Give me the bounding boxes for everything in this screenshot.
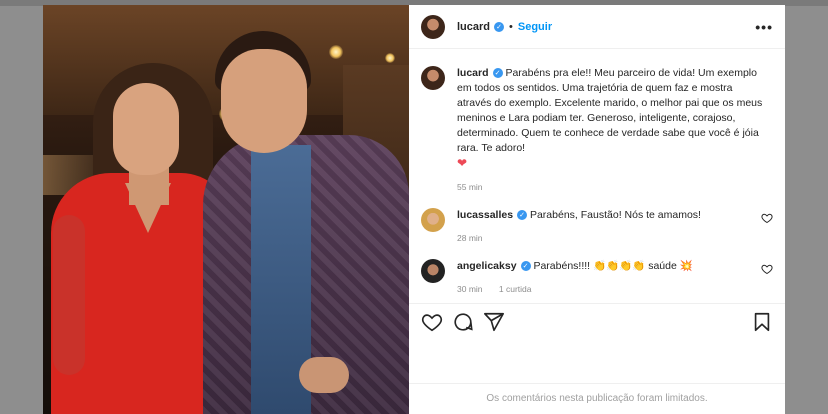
verified-badge-icon: ✓: [494, 21, 505, 32]
comment-avatar[interactable]: [421, 208, 445, 232]
like-icon[interactable]: [761, 263, 773, 275]
author-avatar[interactable]: [421, 14, 445, 39]
comment-username[interactable]: lucassalles: [457, 209, 513, 221]
comment-body: lucard ✓ Parabéns pra ele!! Meu parceiro …: [457, 66, 767, 202]
post-info-panel: lucard ✓ • Seguir ••• lucard ✓ Parabéns p…: [409, 5, 785, 414]
verified-badge-icon: ✓: [520, 261, 531, 272]
man-face: [221, 49, 307, 153]
verified-badge-icon: ✓: [492, 68, 503, 79]
verified-badge-icon: ✓: [517, 210, 528, 221]
comment-emoji: 💥: [679, 260, 693, 272]
comment-likes[interactable]: 1 curtida: [499, 284, 532, 294]
photo-lamp: [385, 53, 395, 63]
comments-limited-notice: Os comentários nesta publicação foram li…: [409, 383, 785, 414]
comment-item: lucassalles ✓ Parabéns, Faustão! Nós te a…: [421, 208, 773, 253]
comment-meta: 55 min: [457, 182, 767, 192]
comment-item: angelicaksy ✓ Parabéns!!!! 👏👏👏👏 saúde 💥 3…: [421, 259, 773, 301]
like-icon[interactable]: [421, 311, 443, 333]
post-modal: lucard ✓ • Seguir ••• lucard ✓ Parabéns p…: [43, 5, 785, 414]
woman-arm: [53, 215, 85, 375]
photo-lamp: [329, 45, 343, 59]
comment-message: Parabéns, Faustão! Nós te amamos!: [529, 209, 701, 221]
comment-username[interactable]: lucard: [457, 67, 489, 79]
comment-body: lucassalles ✓ Parabéns, Faustão! Nós te a…: [457, 208, 767, 253]
comment-time[interactable]: 28 min: [457, 233, 483, 243]
post-photo: [43, 5, 409, 414]
header-separator: •: [509, 20, 513, 33]
share-icon[interactable]: [483, 311, 505, 333]
comment-message: Parabéns pra ele!! Meu parceiro de vida!…: [457, 67, 763, 154]
follow-button[interactable]: Seguir: [518, 21, 552, 33]
comment-username[interactable]: angelicaksy: [457, 260, 517, 272]
comment-avatar[interactable]: [421, 259, 445, 283]
action-bar: [409, 303, 785, 339]
comment-item: lucard ✓ Parabéns pra ele!! Meu parceiro …: [421, 66, 773, 202]
comment-body: angelicaksy ✓ Parabéns!!!! 👏👏👏👏 saúde 💥 3…: [457, 259, 767, 301]
comment-text: angelicaksy ✓ Parabéns!!!! 👏👏👏👏 saúde 💥: [457, 259, 767, 274]
heart-icon: ❤: [457, 156, 468, 170]
comment-message: Parabéns!!!! 👏👏👏👏 saúde: [533, 260, 677, 272]
comment-avatar[interactable]: [421, 66, 445, 90]
comment-meta: 30 min 1 curtida: [457, 284, 767, 294]
like-icon[interactable]: [761, 212, 773, 224]
comment-text: lucard ✓ Parabéns pra ele!! Meu parceiro …: [457, 66, 767, 172]
comments-list[interactable]: lucard ✓ Parabéns pra ele!! Meu parceiro …: [409, 50, 785, 301]
comment-meta: 28 min: [457, 233, 767, 243]
more-options-icon[interactable]: •••: [755, 19, 773, 35]
man-hand: [299, 357, 349, 393]
post-header: lucard ✓ • Seguir •••: [409, 5, 785, 49]
author-username[interactable]: lucard: [457, 21, 490, 33]
comment-icon[interactable]: [452, 311, 474, 333]
comment-time[interactable]: 55 min: [457, 182, 483, 192]
comment-text: lucassalles ✓ Parabéns, Faustão! Nós te a…: [457, 208, 767, 223]
save-icon[interactable]: [751, 311, 773, 333]
woman-face: [113, 83, 179, 175]
overlay-right: [785, 6, 828, 414]
comment-time[interactable]: 30 min: [457, 284, 483, 294]
overlay-left: [0, 6, 43, 414]
